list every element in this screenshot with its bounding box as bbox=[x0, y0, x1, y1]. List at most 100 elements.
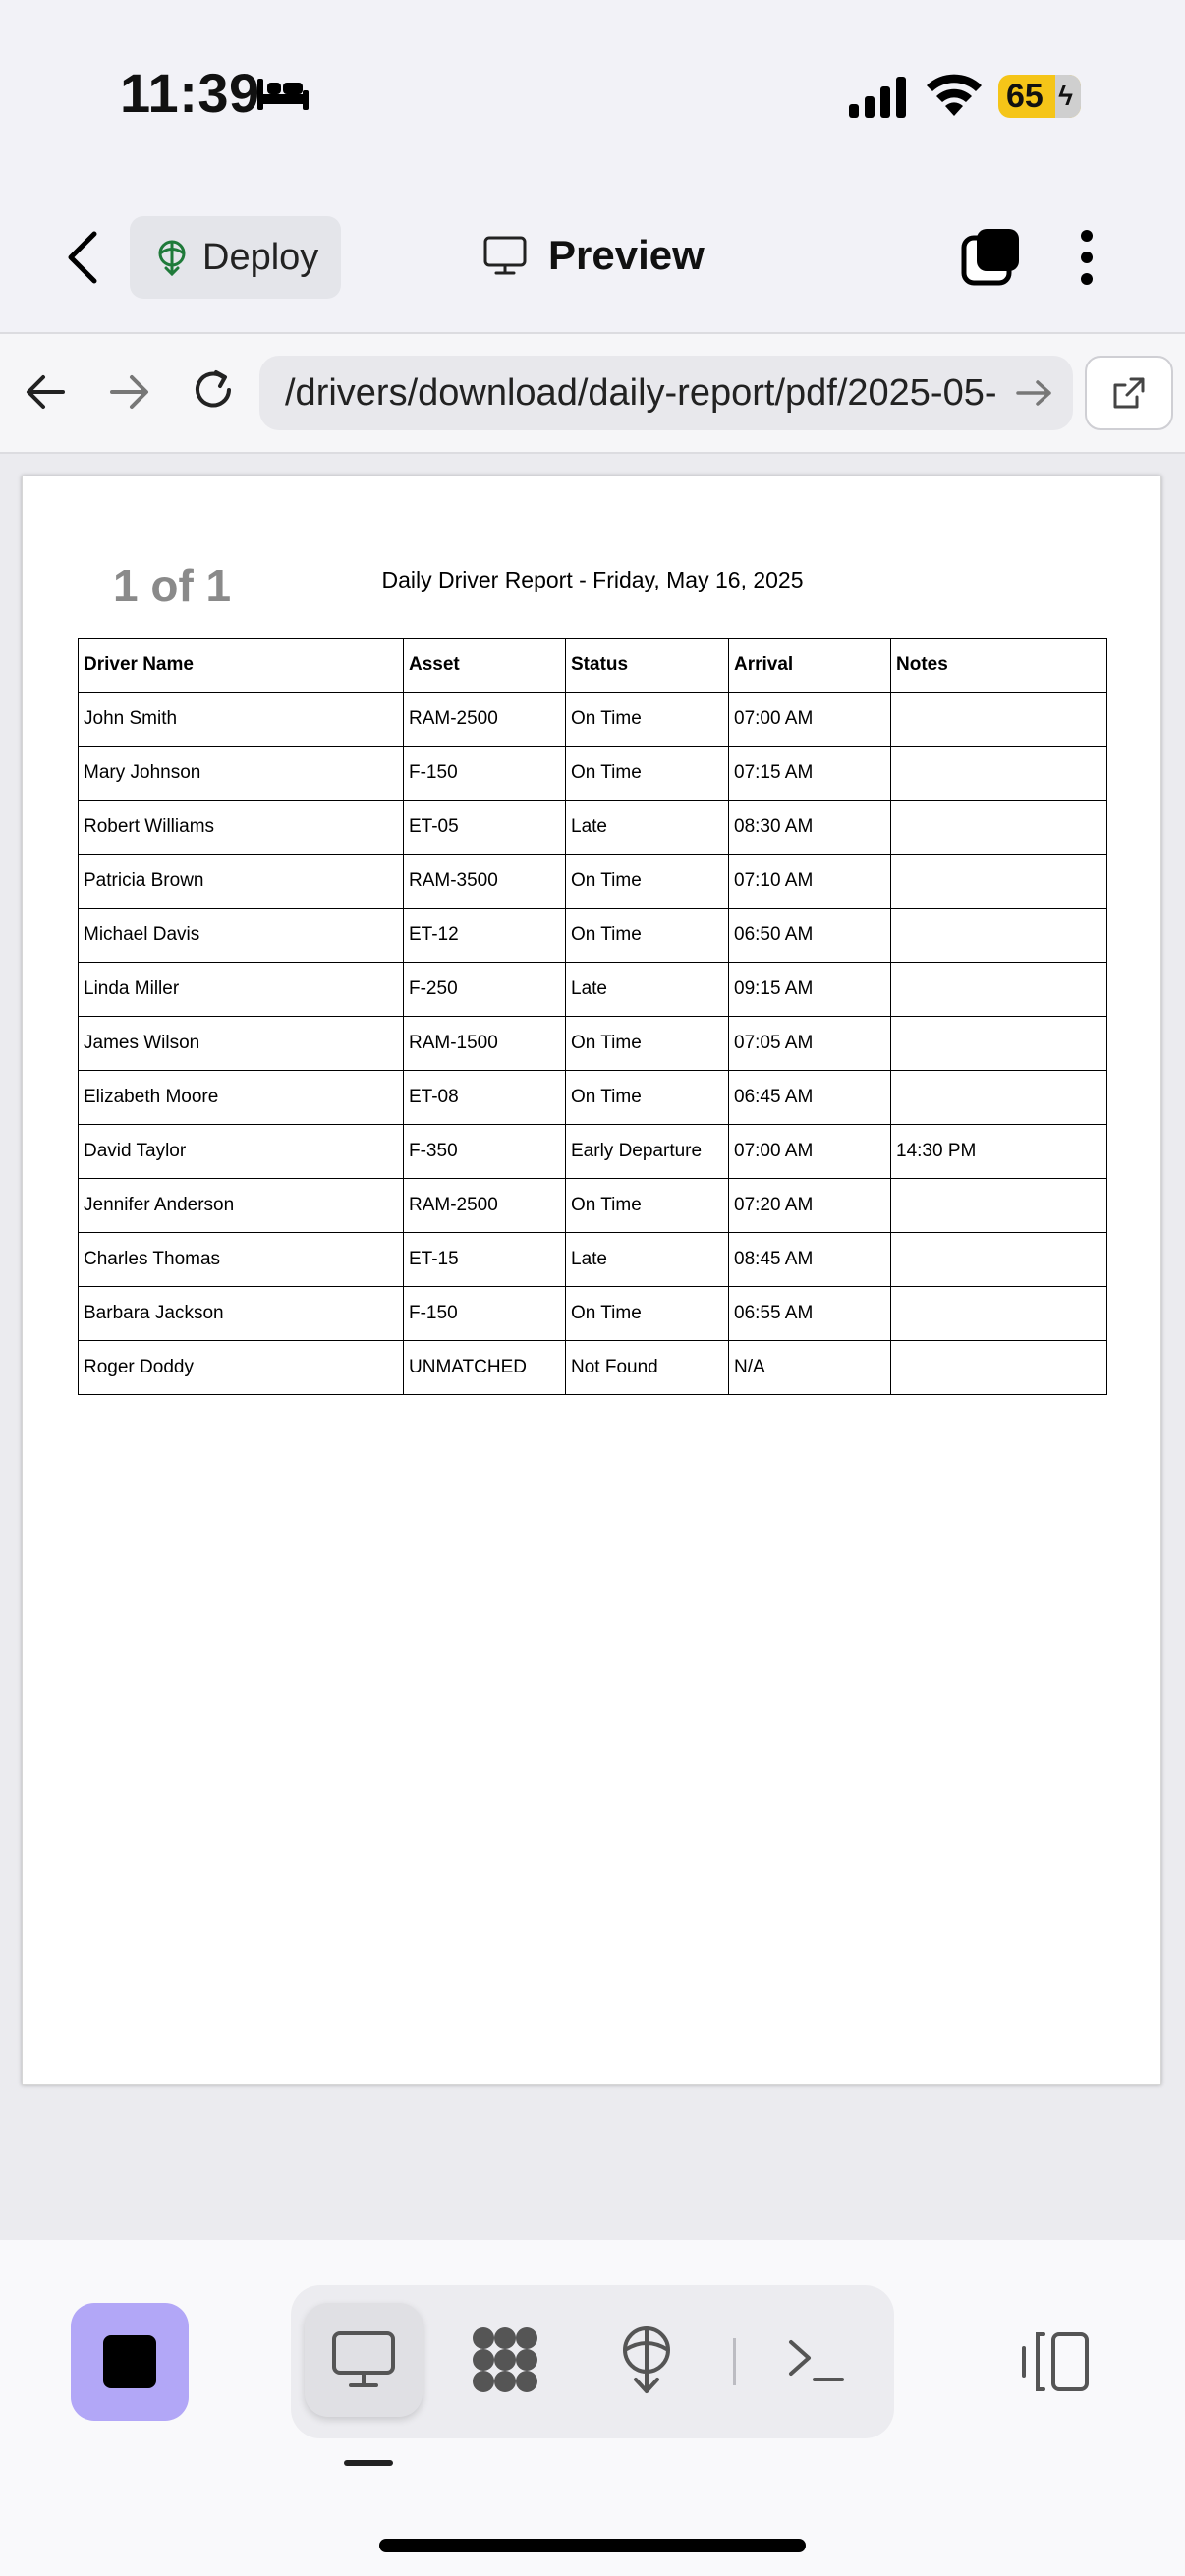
table-row: Roger Doddy UNMATCHED Not Found N/A bbox=[78, 1340, 1107, 1395]
table-cell: 07:00 AM bbox=[728, 692, 891, 747]
table-cell: On Time bbox=[565, 746, 729, 801]
more-vertical-icon[interactable] bbox=[1077, 228, 1097, 287]
column-header: Arrival bbox=[728, 638, 891, 693]
table-cell: RAM-2500 bbox=[403, 1178, 566, 1233]
table-cell: Early Departure bbox=[565, 1124, 729, 1179]
preview-title: Preview bbox=[483, 232, 705, 279]
table-cell: 07:15 AM bbox=[728, 746, 891, 801]
table-cell: ET-08 bbox=[403, 1070, 566, 1125]
table-cell bbox=[890, 746, 1107, 801]
table-row: John Smith RAM-2500 On Time 07:00 AM bbox=[78, 692, 1107, 747]
table-cell: On Time bbox=[565, 908, 729, 963]
tool-deploy[interactable] bbox=[588, 2303, 705, 2417]
active-tool-indicator bbox=[344, 2460, 393, 2466]
table-cell: RAM-1500 bbox=[403, 1016, 566, 1071]
table-cell: F-350 bbox=[403, 1124, 566, 1179]
table-cell: 07:05 AM bbox=[728, 1016, 891, 1071]
table-row: Michael Davis ET-12 On Time 06:50 AM bbox=[78, 908, 1107, 963]
table-cell: On Time bbox=[565, 692, 729, 747]
stop-button[interactable] bbox=[71, 2303, 189, 2421]
table-cell: 06:45 AM bbox=[728, 1070, 891, 1125]
workspace-icon bbox=[473, 2327, 537, 2392]
table-row: Robert Williams ET-05 Late 08:30 AM bbox=[78, 800, 1107, 855]
table-cell: Roger Doddy bbox=[78, 1340, 404, 1395]
table-cell bbox=[890, 962, 1107, 1017]
pdf-viewer[interactable]: 1 of 1 Daily Driver Report - Friday, May… bbox=[0, 454, 1185, 2240]
reload-icon[interactable] bbox=[189, 365, 238, 415]
tool-divider bbox=[733, 2338, 736, 2385]
table-cell: James Wilson bbox=[78, 1016, 404, 1071]
external-link-icon bbox=[1113, 377, 1145, 409]
table-row: Jennifer Anderson RAM-2500 On Time 07:20 AM bbox=[78, 1178, 1107, 1233]
chevron-left-icon[interactable] bbox=[59, 228, 108, 287]
status-time: 11:39 bbox=[120, 62, 260, 124]
deploy-button[interactable]: Deploy bbox=[130, 216, 341, 299]
table-cell bbox=[890, 1340, 1107, 1395]
tool-workspace[interactable] bbox=[446, 2303, 564, 2417]
table-cell: Elizabeth Moore bbox=[78, 1070, 404, 1125]
table-cell: Barbara Jackson bbox=[78, 1286, 404, 1341]
table-cell: 08:45 AM bbox=[728, 1232, 891, 1287]
table-cell: Late bbox=[565, 962, 729, 1017]
table-cell bbox=[890, 854, 1107, 909]
table-cell: On Time bbox=[565, 1070, 729, 1125]
table-cell: 07:10 AM bbox=[728, 854, 891, 909]
monitor-icon bbox=[332, 2331, 395, 2387]
arrow-right-icon[interactable] bbox=[106, 369, 151, 415]
status-bar: 11:39 65 ϟ bbox=[0, 0, 1185, 167]
table-row: Elizabeth Moore ET-08 On Time 06:45 AM bbox=[78, 1070, 1107, 1125]
tabs-icon[interactable] bbox=[961, 226, 1022, 287]
wifi-icon bbox=[927, 74, 982, 116]
table-cell: 14:30 PM bbox=[890, 1124, 1107, 1179]
table-cell: RAM-3500 bbox=[403, 854, 566, 909]
table-cell: Not Found bbox=[565, 1340, 729, 1395]
table-cell bbox=[890, 800, 1107, 855]
bottom-toolbar bbox=[0, 2240, 1185, 2576]
table-cell: Robert Williams bbox=[78, 800, 404, 855]
table-cell: 07:00 AM bbox=[728, 1124, 891, 1179]
tool-terminal[interactable] bbox=[757, 2303, 875, 2417]
table-cell: John Smith bbox=[78, 692, 404, 747]
url-field[interactable]: /drivers/download/daily-report/pdf/2025-… bbox=[259, 356, 1073, 430]
column-header: Status bbox=[565, 638, 729, 693]
table-row: Linda Miller F-250 Late 09:15 AM bbox=[78, 962, 1107, 1017]
table-cell: 09:15 AM bbox=[728, 962, 891, 1017]
home-indicator bbox=[379, 2539, 806, 2552]
table-cell: 06:50 AM bbox=[728, 908, 891, 963]
table-cell: UNMATCHED bbox=[403, 1340, 566, 1395]
table-cell: Michael Davis bbox=[78, 908, 404, 963]
table-cell: 07:20 AM bbox=[728, 1178, 891, 1233]
tool-preview[interactable] bbox=[305, 2303, 423, 2417]
table-row: Barbara Jackson F-150 On Time 06:55 AM bbox=[78, 1286, 1107, 1341]
preview-label: Preview bbox=[548, 232, 705, 278]
table-cell: Patricia Brown bbox=[78, 854, 404, 909]
deploy-icon bbox=[158, 240, 186, 276]
table-cell: ET-15 bbox=[403, 1232, 566, 1287]
table-cell: N/A bbox=[728, 1340, 891, 1395]
table-cell: On Time bbox=[565, 1178, 729, 1233]
deploy-label: Deploy bbox=[202, 236, 319, 278]
table-cell: On Time bbox=[565, 854, 729, 909]
table-row: Patricia Brown RAM-3500 On Time 07:10 AM bbox=[78, 854, 1107, 909]
table-cell bbox=[890, 1178, 1107, 1233]
table-cell bbox=[890, 1286, 1107, 1341]
table-row: Charles Thomas ET-15 Late 08:45 AM bbox=[78, 1232, 1107, 1287]
go-arrow-icon[interactable] bbox=[1010, 373, 1059, 413]
battery-level: 65 bbox=[1006, 77, 1044, 115]
browser-bar: /drivers/download/daily-report/pdf/2025-… bbox=[0, 334, 1185, 454]
monitor-icon bbox=[483, 236, 527, 275]
app-header: Deploy Preview bbox=[0, 196, 1185, 334]
table-cell: David Taylor bbox=[78, 1124, 404, 1179]
deploy-icon bbox=[623, 2326, 670, 2393]
terminal-icon bbox=[789, 2340, 844, 2381]
column-header: Asset bbox=[403, 638, 566, 693]
open-external-button[interactable] bbox=[1085, 356, 1173, 430]
table-cell: On Time bbox=[565, 1016, 729, 1071]
table-cell bbox=[890, 1070, 1107, 1125]
panel-toggle-icon[interactable] bbox=[1018, 2328, 1093, 2395]
arrow-left-icon[interactable] bbox=[24, 369, 69, 415]
table-cell: F-150 bbox=[403, 746, 566, 801]
table-cell: Late bbox=[565, 800, 729, 855]
table-cell bbox=[890, 1232, 1107, 1287]
table-cell: F-150 bbox=[403, 1286, 566, 1341]
